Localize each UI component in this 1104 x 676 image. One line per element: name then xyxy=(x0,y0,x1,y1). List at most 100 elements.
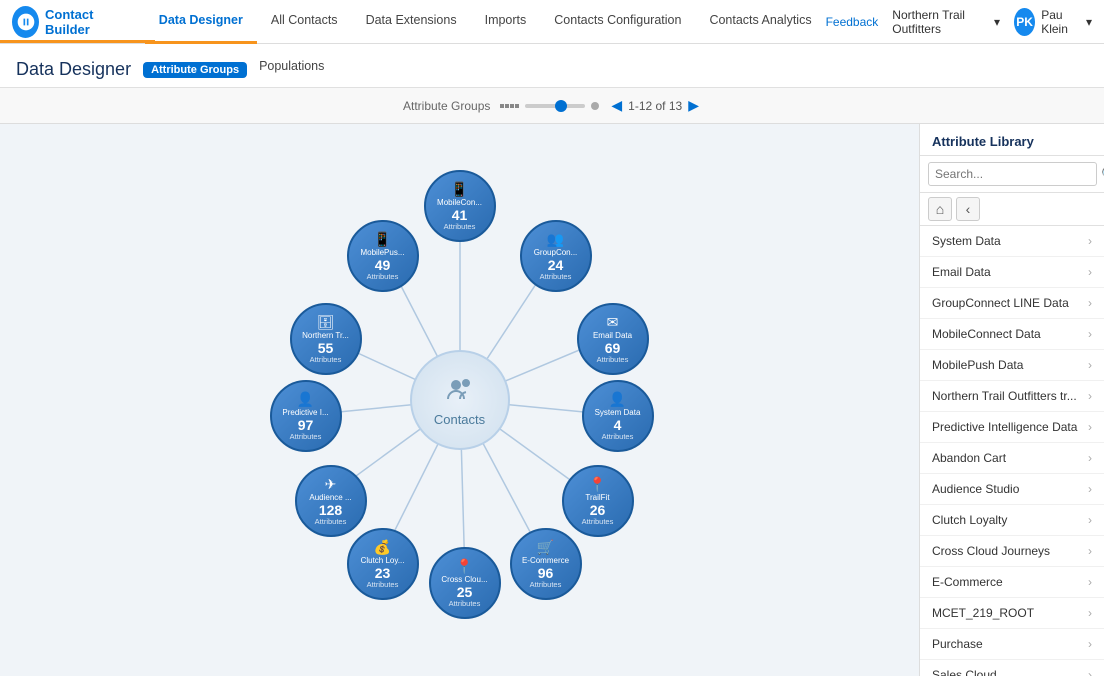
user-menu[interactable]: PK Pau Klein ▾ xyxy=(1014,8,1092,36)
node-count: 25 xyxy=(457,585,473,599)
org-name: Northern Trail Outfitters xyxy=(892,8,990,36)
page-title: Data Designer xyxy=(16,59,131,80)
nav-right: Feedback Northern Trail Outfitters ▾ PK … xyxy=(826,8,1092,36)
center-label: Contacts xyxy=(434,412,485,427)
node-mobilecon[interactable]: 📱 MobileCon... 41 Attributes xyxy=(424,170,496,242)
attr-list-item[interactable]: System Data› xyxy=(920,226,1104,257)
tab-all-contacts[interactable]: All Contacts xyxy=(257,0,352,44)
attr-list-item[interactable]: Clutch Loyalty› xyxy=(920,505,1104,536)
attr-list-item[interactable]: Email Data› xyxy=(920,257,1104,288)
chevron-right-icon: › xyxy=(1088,668,1092,676)
attr-list-item[interactable]: GroupConnect LINE Data› xyxy=(920,288,1104,319)
tab-data-extensions[interactable]: Data Extensions xyxy=(352,0,471,44)
node-count: 24 xyxy=(548,258,564,272)
user-name: Pau Klein xyxy=(1041,8,1080,36)
audience-icon: ✈ xyxy=(325,476,337,493)
node-attr: Attributes xyxy=(367,272,399,281)
attr-list-item[interactable]: Predictive Intelligence Data› xyxy=(920,412,1104,443)
chevron-right-icon: › xyxy=(1088,420,1092,434)
node-emaildata[interactable]: ✉ Email Data 69 Attributes xyxy=(577,303,649,375)
zoom-slider[interactable] xyxy=(525,104,585,108)
attr-list-item[interactable]: Abandon Cart› xyxy=(920,443,1104,474)
attr-nav: ⌂ ‹ xyxy=(920,193,1104,226)
app-name: Contact Builder xyxy=(45,7,127,37)
node-systemdata[interactable]: 👤 System Data 4 Attributes xyxy=(582,380,654,452)
toolbar-label: Attribute Groups xyxy=(403,99,490,113)
node-ecommerce[interactable]: 🛒 E-Commerce 96 Attributes xyxy=(510,528,582,600)
chevron-right-icon: › xyxy=(1088,606,1092,620)
node-mobilepush[interactable]: 📱 MobilePus... 49 Attributes xyxy=(347,220,419,292)
attr-list-item[interactable]: Northern Trail Outfitters tr...› xyxy=(920,381,1104,412)
chevron-right-icon: › xyxy=(1088,234,1092,248)
user-avatar: PK xyxy=(1014,8,1035,36)
network-diagram: Contacts 📱 MobileCon... 41 Attributes 👥 … xyxy=(180,160,740,640)
node-count: 69 xyxy=(605,341,621,355)
node-groupcon[interactable]: 👥 GroupCon... 24 Attributes xyxy=(520,220,592,292)
attr-search-bar: 🔍 xyxy=(920,156,1104,193)
diagram-area: Contacts 📱 MobileCon... 41 Attributes 👥 … xyxy=(0,124,919,676)
node-attr: Attributes xyxy=(602,432,634,441)
sub-header: Data Designer Attribute Groups Populatio… xyxy=(0,44,1104,88)
node-trailfit[interactable]: 📍 TrailFit 26 Attributes xyxy=(562,465,634,537)
next-page-btn[interactable]: ▶ xyxy=(686,97,701,114)
node-crosscloud[interactable]: 📍 Cross Clou... 25 Attributes xyxy=(429,547,501,619)
brand[interactable]: Contact Builder xyxy=(12,6,127,38)
node-count: 49 xyxy=(375,258,391,272)
attr-list: System Data›Email Data›GroupConnect LINE… xyxy=(920,226,1104,676)
tab-imports[interactable]: Imports xyxy=(471,0,541,44)
attr-list-item[interactable]: MobileConnect Data› xyxy=(920,319,1104,350)
chevron-right-icon: › xyxy=(1088,389,1092,403)
attr-list-item[interactable]: Cross Cloud Journeys› xyxy=(920,536,1104,567)
nav-tabs: Data Designer All Contacts Data Extensio… xyxy=(145,0,826,44)
attr-list-item[interactable]: MCET_219_ROOT› xyxy=(920,598,1104,629)
node-attr: Attributes xyxy=(597,355,629,364)
chevron-right-icon: › xyxy=(1088,637,1092,651)
node-audience[interactable]: ✈ Audience ... 128 Attributes xyxy=(295,465,367,537)
node-clutchloy[interactable]: 💰 Clutch Loy... 23 Attributes xyxy=(347,528,419,600)
attr-list-item[interactable]: Audience Studio› xyxy=(920,474,1104,505)
slider-dot xyxy=(591,102,599,110)
node-attr: Attributes xyxy=(315,517,347,526)
node-attr: Attributes xyxy=(444,222,476,231)
node-predictive[interactable]: 👤 Predictive I... 97 Attributes xyxy=(270,380,342,452)
node-count: 128 xyxy=(319,503,342,517)
attr-home-btn[interactable]: ⌂ xyxy=(928,197,952,221)
tab-contacts-analytics[interactable]: Contacts Analytics xyxy=(695,0,825,44)
chevron-right-icon: › xyxy=(1088,358,1092,372)
node-count: 23 xyxy=(375,566,391,580)
org-selector[interactable]: Northern Trail Outfitters ▾ xyxy=(892,8,1000,36)
predictive-icon: 👤 xyxy=(297,391,314,408)
chevron-right-icon: › xyxy=(1088,265,1092,279)
center-node[interactable]: Contacts xyxy=(410,350,510,450)
tab-data-designer[interactable]: Data Designer xyxy=(145,0,257,44)
top-navigation: Contact Builder Data Designer All Contac… xyxy=(0,0,1104,44)
populations-link[interactable]: Populations xyxy=(259,59,324,81)
attr-search-input[interactable] xyxy=(928,162,1097,186)
attr-back-btn[interactable]: ‹ xyxy=(956,197,980,221)
node-attr: Attributes xyxy=(310,355,342,364)
page-nav: ◀ 1-12 of 13 ▶ xyxy=(609,97,701,114)
grid-icon[interactable] xyxy=(500,104,519,108)
attr-list-item[interactable]: E-Commerce› xyxy=(920,567,1104,598)
tab-contacts-config[interactable]: Contacts Configuration xyxy=(540,0,695,44)
node-attr: Attributes xyxy=(290,432,322,441)
groupcon-icon: 👥 xyxy=(547,231,564,248)
attribute-library: Attribute Library 🔍 ⌂ ‹ System Data›Emai… xyxy=(919,124,1104,676)
node-count: 97 xyxy=(298,418,314,432)
node-northerntr[interactable]: 🗄 Northern Tr... 55 Attributes xyxy=(290,303,362,375)
chevron-right-icon: › xyxy=(1088,575,1092,589)
attr-list-item[interactable]: MobilePush Data› xyxy=(920,350,1104,381)
chevron-right-icon: › xyxy=(1088,327,1092,341)
chevron-right-icon: › xyxy=(1088,544,1092,558)
mobilepush-icon: 📱 xyxy=(374,231,391,248)
prev-page-btn[interactable]: ◀ xyxy=(609,97,624,114)
attr-list-item[interactable]: Sales Cloud› xyxy=(920,660,1104,676)
attribute-groups-badge[interactable]: Attribute Groups xyxy=(143,62,247,78)
node-attr: Attributes xyxy=(540,272,572,281)
brand-logo xyxy=(12,6,39,38)
contacts-icon xyxy=(444,373,476,412)
attr-list-item[interactable]: Purchase› xyxy=(920,629,1104,660)
chevron-right-icon: › xyxy=(1088,513,1092,527)
feedback-link[interactable]: Feedback xyxy=(826,15,879,29)
node-attr: Attributes xyxy=(367,580,399,589)
